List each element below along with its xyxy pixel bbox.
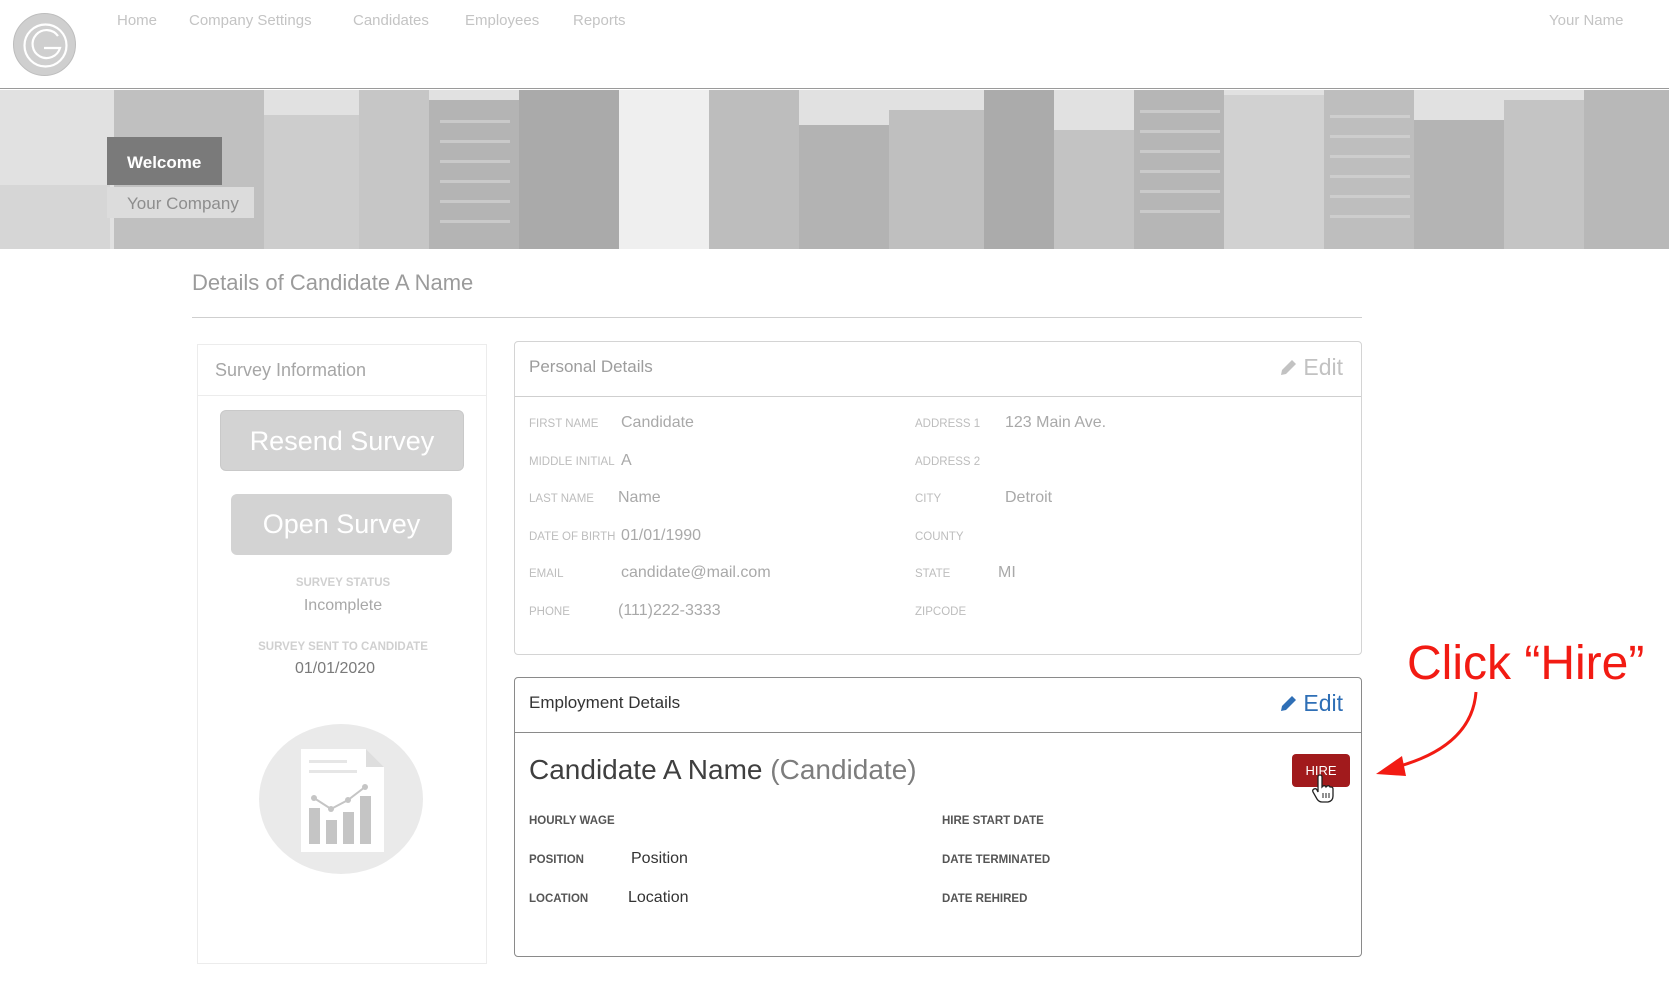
personal-details-card: Personal Details Edit FIRST NAME Candidat…: [514, 341, 1362, 655]
city-skyline-image: [0, 90, 1669, 249]
employment-left-label-0: HOURLY WAGE: [529, 815, 615, 827]
personal-left-label-1: MIDDLE INITIAL: [529, 456, 615, 468]
employment-right-label-2: DATE REHIRED: [942, 893, 1028, 905]
welcome-banner: [0, 90, 1669, 249]
personal-left-value-4: candidate@mail.com: [621, 564, 771, 581]
pencil-icon: [1281, 360, 1297, 375]
title-divider: [192, 317, 1362, 318]
survey-status-value: Incomplete: [303, 597, 383, 614]
employment-left-label-2: LOCATION: [529, 893, 589, 905]
nav-home[interactable]: Home: [117, 12, 157, 29]
personal-right-label-4: STATE: [915, 568, 951, 580]
survey-information-panel: Survey Information Resend Survey Open Su…: [197, 344, 487, 964]
employment-left-label-1: POSITION: [529, 854, 584, 866]
company-name-label: Your Company: [107, 187, 254, 218]
survey-panel-heading: Survey Information: [198, 345, 486, 396]
open-survey-button[interactable]: Open Survey: [231, 494, 452, 555]
personal-right-value-4: MI: [998, 564, 1016, 581]
personal-right-label-2: CITY: [915, 493, 942, 505]
callout-arrow-icon: [1376, 691, 1478, 776]
personal-left-label-2: LAST NAME: [529, 493, 594, 505]
nav-reports[interactable]: Reports: [573, 12, 626, 29]
tutorial-callout: Click “Hire”: [1407, 637, 1645, 690]
candidate-role: (Candidate): [770, 754, 917, 785]
resend-survey-button[interactable]: Resend Survey: [220, 410, 464, 471]
company-logo[interactable]: [13, 13, 76, 76]
nav-candidates[interactable]: Candidates: [353, 12, 429, 29]
personal-left-label-4: EMAIL: [529, 568, 564, 580]
personal-left-label-0: FIRST NAME: [529, 418, 599, 430]
personal-right-label-0: ADDRESS 1: [915, 418, 981, 430]
employment-edit-label: Edit: [1303, 690, 1343, 716]
personal-left-value-2: Name: [618, 489, 661, 506]
personal-left-value-3: 01/01/1990: [621, 527, 702, 544]
employment-details-card: Employment Details Edit Candidate A Name…: [514, 677, 1362, 957]
survey-sent-value: 01/01/2020: [294, 660, 376, 677]
top-navigation-bar: Home Company Settings Candidates Employe…: [0, 0, 1669, 89]
personal-right-label-5: ZIPCODE: [915, 606, 967, 618]
survey-status-label: SURVEY STATUS: [295, 577, 391, 589]
employment-right-label-0: HIRE START DATE: [942, 815, 1044, 827]
nav-employees[interactable]: Employees: [465, 12, 539, 29]
hand-pointer-icon: [1312, 774, 1334, 803]
personal-right-value-0: 123 Main Ave.: [1005, 414, 1107, 431]
pencil-icon: [1281, 696, 1297, 711]
personal-edit-label: Edit: [1303, 354, 1343, 380]
personal-left-value-5: (111)222-3333: [618, 602, 721, 619]
personal-left-value-1: A: [621, 452, 632, 469]
report-chart-icon: [259, 724, 423, 874]
survey-sent-label: SURVEY SENT TO CANDIDATE: [258, 641, 428, 653]
personal-right-label-3: COUNTY: [915, 531, 964, 543]
nav-company-settings[interactable]: Company Settings: [189, 12, 312, 29]
page-title: Details of Candidate A Name: [192, 270, 474, 295]
candidate-heading: Candidate A Name (Candidate): [529, 754, 917, 786]
candidate-name: Candidate A Name: [529, 754, 763, 785]
personal-details-header: Personal Details Edit: [515, 342, 1361, 397]
user-menu[interactable]: Your Name: [1549, 12, 1624, 29]
personal-left-label-3: DATE OF BIRTH: [529, 531, 616, 543]
personal-edit-button[interactable]: Edit: [1279, 354, 1343, 381]
employment-edit-button[interactable]: Edit: [1279, 690, 1343, 717]
personal-right-value-2: Detroit: [1005, 489, 1053, 506]
welcome-label: Welcome: [107, 137, 222, 185]
employment-details-title: Employment Details: [529, 693, 681, 712]
personal-left-label-5: PHONE: [529, 606, 570, 618]
employment-left-value-1: Position: [631, 850, 688, 867]
personal-left-value-0: Candidate: [621, 414, 694, 431]
employment-right-label-1: DATE TERMINATED: [942, 854, 1051, 866]
employment-details-header: Employment Details Edit: [515, 678, 1361, 733]
personal-right-label-1: ADDRESS 2: [915, 456, 981, 468]
personal-details-title: Personal Details: [529, 357, 653, 376]
employment-left-value-2: Location: [628, 889, 689, 906]
